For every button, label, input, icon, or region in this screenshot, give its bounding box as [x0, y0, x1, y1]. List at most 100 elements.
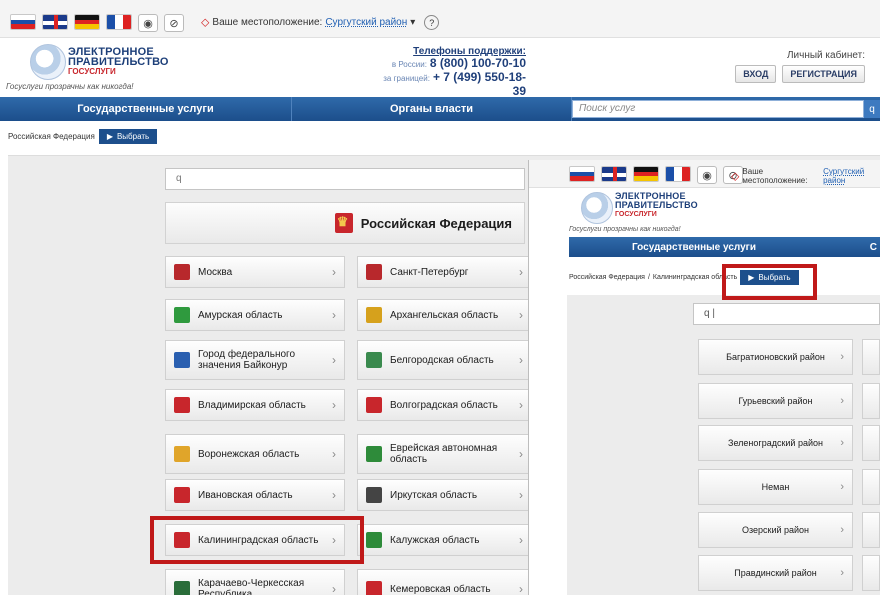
region-tile[interactable]: Архангельская область › — [357, 299, 532, 331]
location-link[interactable]: Сургутский район — [325, 17, 407, 28]
district-name: Правдинский район — [734, 568, 817, 578]
flag-russian-icon[interactable] — [569, 166, 595, 182]
region-coat-of-arms-icon — [174, 446, 190, 462]
chevron-right-icon: › — [332, 353, 336, 367]
overlay-location: ⬦ Ваше местоположение: Сургутский район — [731, 167, 880, 185]
region-coat-of-arms-icon — [174, 264, 190, 280]
district-tile[interactable]: Гурьевский район › — [698, 383, 853, 419]
search-icon[interactable]: q — [864, 100, 880, 118]
chevron-right-icon: › — [519, 353, 523, 367]
breadcrumb-root[interactable]: Российская Федерация — [8, 132, 95, 141]
district-tile[interactable]: Правдинский район › — [698, 555, 853, 591]
play-icon: ▶ — [106, 132, 113, 141]
top-toolbar: ◉ ⊘ ⬦ Ваше местоположение: Сургутский ра… — [0, 0, 880, 38]
district-tile-partial[interactable] — [862, 512, 880, 548]
location-label: Ваше местоположение: — [212, 17, 323, 28]
region-tile[interactable]: Кемеровская область › — [357, 569, 532, 595]
brand-title[interactable]: ЭЛЕКТРОННОЕ ПРАВИТЕЛЬСТВО ГОСУСЛУГИ — [68, 47, 169, 77]
federation-button[interactable]: Российская Федерация — [165, 202, 525, 244]
district-search-input[interactable]: q | — [693, 303, 880, 325]
district-name: Неман — [761, 482, 790, 492]
chevron-right-icon: › — [519, 582, 523, 595]
region-tile[interactable]: Белгородская область › — [357, 340, 532, 380]
select-region-button[interactable]: ▶ Выбрать — [98, 129, 158, 144]
region-name: Калужская область — [390, 534, 480, 546]
region-tile[interactable]: Карачаево-Черкесская Республика › — [165, 569, 345, 595]
flag-english-icon[interactable] — [42, 14, 68, 30]
district-tile[interactable]: Зеленоградский район › — [698, 425, 853, 461]
gosuslugi-logo-icon[interactable] — [581, 192, 613, 224]
eye-icon[interactable]: ◉ — [138, 14, 158, 32]
region-tile[interactable]: Город федерального значения Байконур › — [165, 340, 345, 380]
brand-line-2: ПРАВИТЕЛЬСТВО — [615, 200, 698, 210]
region-coat-of-arms-icon — [174, 532, 190, 548]
russia-phone: 8 (800) 100-70-10 — [429, 56, 526, 70]
nav-government-services[interactable]: Государственные услуги — [0, 97, 292, 121]
district-tile[interactable]: Неман › — [698, 469, 853, 505]
region-coat-of-arms-icon — [366, 264, 382, 280]
district-tile-partial[interactable] — [862, 555, 880, 591]
flag-french-icon[interactable] — [106, 14, 132, 30]
flag-german-icon[interactable] — [74, 14, 100, 30]
brand-line-3: ГОСУСЛУГИ — [68, 67, 116, 76]
russia-label: в России: — [391, 60, 427, 69]
help-icon[interactable]: ? — [424, 15, 440, 30]
region-tile[interactable]: Иркутская область › — [357, 479, 532, 511]
compass-icon[interactable]: ⊘ — [164, 14, 184, 32]
district-tile-partial[interactable] — [862, 425, 880, 461]
flag-french-icon[interactable] — [665, 166, 691, 182]
region-tile[interactable]: Владимирская область › — [165, 389, 345, 421]
overlay-breadcrumb-root[interactable]: Российская Федерация — [569, 274, 645, 281]
chevron-right-icon: › — [840, 437, 844, 449]
district-tile[interactable]: Озерский район › — [698, 512, 853, 548]
region-coat-of-arms-icon — [366, 307, 382, 323]
eye-icon[interactable]: ◉ — [697, 166, 717, 184]
gosuslugi-logo-icon[interactable] — [30, 44, 66, 80]
region-coat-of-arms-icon — [366, 532, 382, 548]
region-name: Владимирская область — [198, 399, 306, 411]
region-tile[interactable]: Калининградская область › — [165, 524, 345, 556]
flag-german-icon[interactable] — [633, 166, 659, 182]
region-tile[interactable]: Волгоградская область › — [357, 389, 532, 421]
overlay-nav-more[interactable]: С — [819, 242, 880, 253]
chevron-right-icon: › — [519, 488, 523, 502]
region-name: Город федерального значения Байконур — [198, 349, 296, 371]
region-coat-of-arms-icon — [366, 352, 382, 368]
region-tile[interactable]: Воронежская область › — [165, 434, 345, 474]
chevron-right-icon: › — [840, 351, 844, 363]
service-search-input[interactable]: Поиск услуг — [572, 100, 864, 118]
region-tile[interactable]: Ивановская область › — [165, 479, 345, 511]
flag-english-icon[interactable] — [601, 166, 627, 182]
region-name: Воронежская область — [198, 448, 300, 460]
region-search-input[interactable]: q — [165, 168, 525, 190]
region-tile[interactable]: Амурская область › — [165, 299, 345, 331]
region-tile[interactable]: Калужская область › — [357, 524, 532, 556]
district-tile-partial[interactable] — [862, 339, 880, 375]
main-nav: Государственные услуги Органы власти Пои… — [0, 97, 880, 121]
login-button[interactable]: ВХОД — [735, 65, 777, 83]
district-tile[interactable]: Багратионовский район › — [698, 339, 853, 375]
map-pin-icon: ⬦ — [731, 168, 740, 183]
district-tile-partial[interactable] — [862, 383, 880, 419]
overlay-location-link[interactable]: Сургутский район — [823, 167, 880, 185]
overlay-select-button[interactable]: ▶ Выбрать — [740, 270, 799, 285]
district-name: Зеленоградский район — [728, 438, 823, 448]
region-tile[interactable]: Еврейская автономная область › — [357, 434, 532, 474]
region-name: Санкт-Петербург — [390, 266, 469, 278]
region-coat-of-arms-icon — [366, 446, 382, 462]
nav-authorities[interactable]: Органы власти — [292, 97, 572, 121]
overlay-brand[interactable]: ЭЛЕКТРОННОЕ ПРАВИТЕЛЬСТВО ГОСУСЛУГИ — [615, 192, 698, 219]
register-button[interactable]: РЕГИСТРАЦИЯ — [782, 65, 865, 83]
overlay-nav-services[interactable]: Государственные услуги — [569, 242, 819, 253]
overlay-breadcrumb-region[interactable]: Калининградская область — [653, 274, 737, 281]
district-tile-partial[interactable] — [862, 469, 880, 505]
region-tile[interactable]: Москва › — [165, 256, 345, 288]
region-coat-of-arms-icon — [174, 397, 190, 413]
district-name: Гурьевский район — [738, 396, 813, 406]
chevron-right-icon: › — [332, 582, 336, 595]
region-coat-of-arms-icon — [174, 352, 190, 368]
flag-russian-icon[interactable] — [10, 14, 36, 30]
region-tile[interactable]: Санкт-Петербург › — [357, 256, 532, 288]
overlay-location-label: Ваше местоположение: — [742, 167, 808, 185]
region-name: Амурская область — [198, 309, 283, 321]
